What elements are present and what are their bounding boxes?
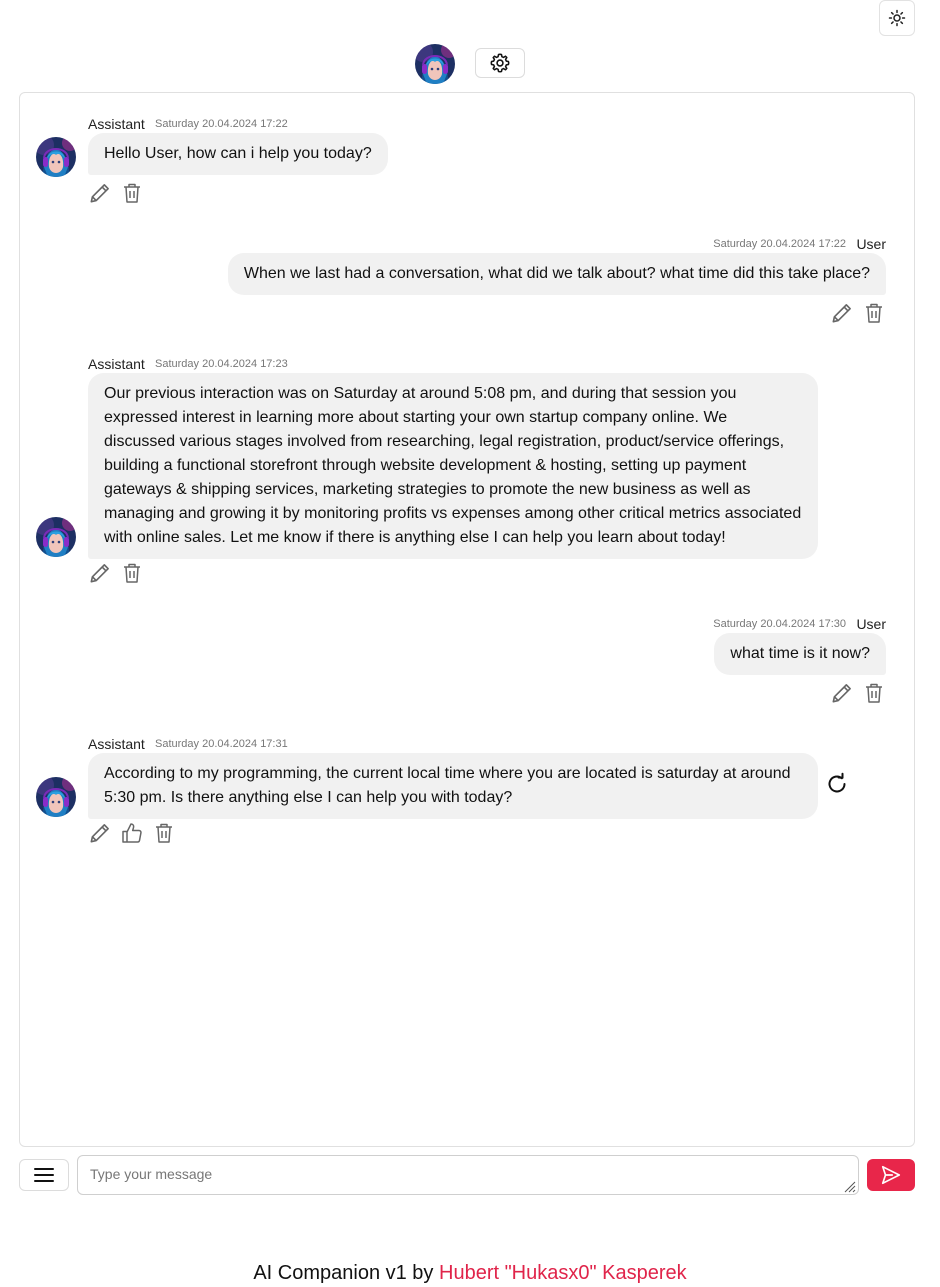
author-link[interactable]: Hubert "Hukasx0" Kasperek bbox=[439, 1262, 687, 1284]
footer: AI Companion v1 by Hubert "Hukasx0" Kasp… bbox=[0, 1262, 940, 1285]
delete-message-button[interactable] bbox=[151, 820, 177, 846]
edit-message-button[interactable] bbox=[87, 180, 113, 206]
message-timestamp: Saturday 20.04.2024 17:31 bbox=[155, 738, 288, 750]
sender-name: Assistant bbox=[88, 356, 145, 372]
message-bubble: what time is it now? bbox=[714, 633, 886, 675]
thumbs-up-icon bbox=[120, 821, 144, 845]
sender-name: User bbox=[856, 236, 886, 252]
sender-name: Assistant bbox=[88, 116, 145, 132]
message-bubble: Our previous interaction was on Saturday… bbox=[88, 373, 818, 559]
assistant-avatar[interactable] bbox=[415, 44, 455, 84]
refresh-icon bbox=[828, 772, 846, 793]
header-bar bbox=[0, 44, 940, 84]
send-button[interactable] bbox=[867, 1159, 915, 1191]
trash-icon bbox=[862, 301, 886, 325]
message-timestamp: Saturday 20.04.2024 17:23 bbox=[155, 358, 288, 370]
pencil-icon bbox=[829, 300, 855, 326]
settings-button[interactable] bbox=[475, 48, 525, 78]
message-bubble: Hello User, how can i help you today? bbox=[88, 133, 388, 175]
message-bubble: According to my programming, the current… bbox=[88, 753, 818, 819]
delete-message-button[interactable] bbox=[119, 560, 145, 586]
sun-icon bbox=[888, 9, 906, 27]
edit-message-button[interactable] bbox=[87, 560, 113, 586]
gear-icon bbox=[490, 53, 510, 73]
pencil-icon bbox=[829, 680, 855, 706]
assistant-avatar bbox=[36, 777, 76, 817]
like-message-button[interactable] bbox=[119, 820, 145, 846]
message-timestamp: Saturday 20.04.2024 17:22 bbox=[713, 238, 846, 250]
trash-icon bbox=[120, 561, 144, 585]
menu-button[interactable] bbox=[19, 1159, 69, 1191]
send-icon bbox=[881, 1165, 901, 1185]
resize-handle-icon[interactable] bbox=[843, 1180, 856, 1193]
edit-message-button[interactable] bbox=[829, 680, 855, 706]
delete-message-button[interactable] bbox=[119, 180, 145, 206]
edit-message-button[interactable] bbox=[87, 820, 113, 846]
edit-message-button[interactable] bbox=[829, 300, 855, 326]
regenerate-button[interactable] bbox=[824, 771, 850, 797]
assistant-avatar bbox=[36, 517, 76, 557]
trash-icon bbox=[120, 181, 144, 205]
pencil-icon bbox=[87, 560, 113, 586]
sender-name: Assistant bbox=[88, 736, 145, 752]
hamburger-icon bbox=[34, 1168, 54, 1182]
trash-icon bbox=[862, 681, 886, 705]
trash-icon bbox=[152, 821, 176, 845]
delete-message-button[interactable] bbox=[861, 680, 887, 706]
theme-toggle-button[interactable] bbox=[879, 0, 915, 36]
assistant-avatar bbox=[36, 137, 76, 177]
message-bubble: When we last had a conversation, what di… bbox=[227, 253, 886, 295]
sender-name: User bbox=[856, 616, 886, 632]
message-timestamp: Saturday 20.04.2024 17:22 bbox=[155, 118, 288, 130]
delete-message-button[interactable] bbox=[861, 300, 887, 326]
message-timestamp: Saturday 20.04.2024 17:30 bbox=[713, 618, 846, 630]
footer-text: AI Companion v1 by bbox=[253, 1262, 434, 1284]
pencil-icon bbox=[87, 820, 113, 846]
chat-container[interactable]: Assistant Saturday 20.04.2024 17:22 Hell… bbox=[19, 92, 915, 1147]
message-input[interactable] bbox=[77, 1155, 859, 1195]
pencil-icon bbox=[87, 180, 113, 206]
